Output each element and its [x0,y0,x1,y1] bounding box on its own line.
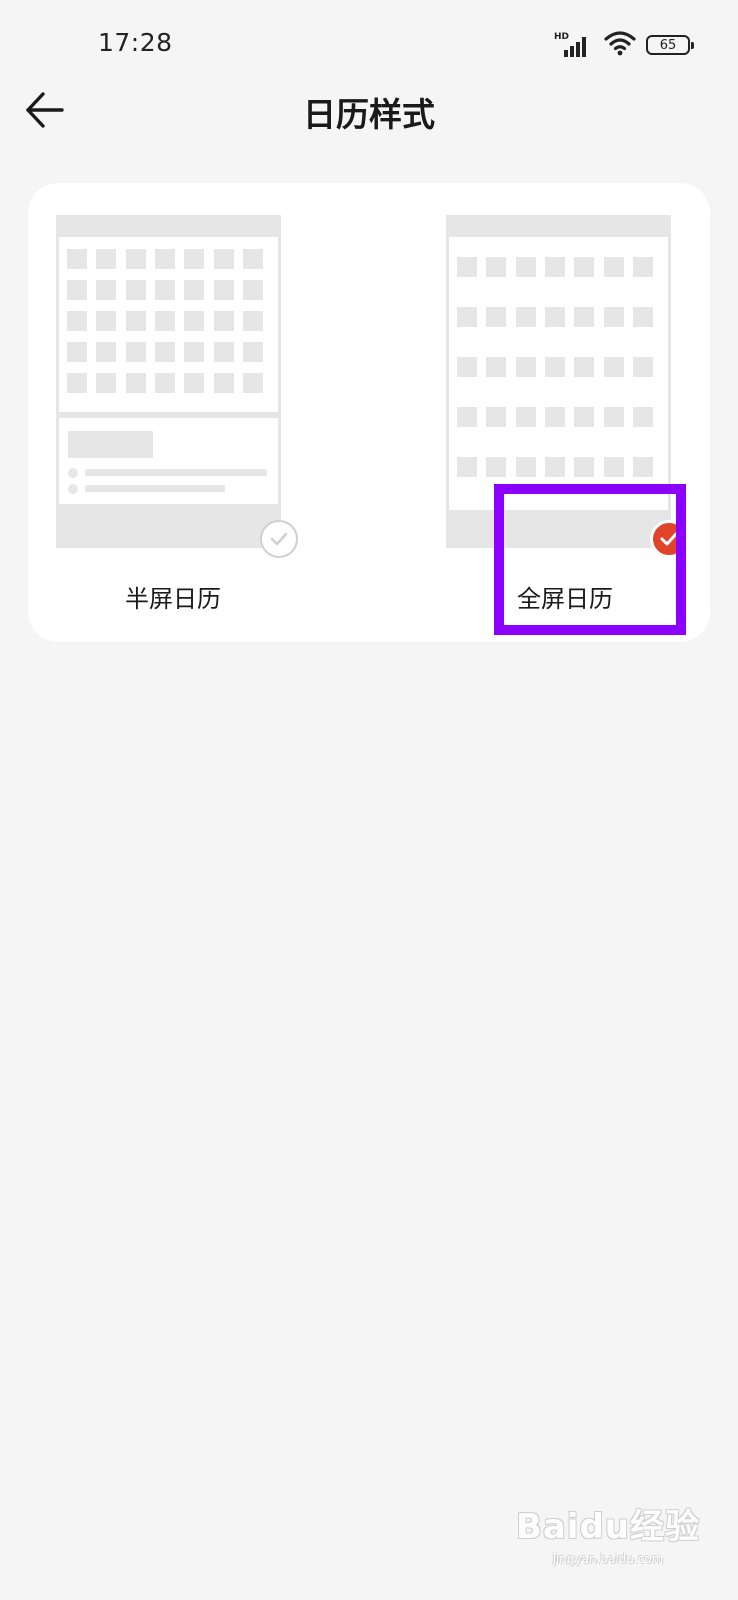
preview-grid-cell [154,249,175,269]
preview-grid-cell [67,249,87,269]
preview-grid-cell [213,342,234,362]
preview-grid-cell [96,373,117,393]
preview-grid-cell [242,249,263,269]
check-circle-outline-icon [270,532,288,546]
status-bar: 17:28 HD 65 [0,0,738,80]
preview-grid-cell [67,311,87,331]
preview-grid-cell [457,257,477,277]
preview-grid-cell [96,311,117,331]
preview-grid-cell [574,357,595,377]
preview-grid-cell [125,373,146,393]
half-preview-header-block [68,431,153,458]
preview-grid-cell [632,307,653,327]
page-title: 日历样式 [303,95,435,134]
preview-grid-cell [486,457,507,477]
wifi-icon [604,30,636,60]
preview-grid-cell [67,280,87,300]
preview-grid-cell [603,357,624,377]
preview-grid-cell [574,407,595,427]
preview-grid-cell [154,342,175,362]
preview-grid-cell [96,249,117,269]
preview-grid-cell [184,249,205,269]
preview-grid-cell [486,307,507,327]
preview-grid-cell [242,342,263,362]
preview-grid-cell [515,357,536,377]
preview-grid-cell [96,280,117,300]
preview-grid-cell [486,357,507,377]
annotation-highlight-box [494,484,686,635]
preview-grid-cell [632,357,653,377]
battery-icon: 65 [646,35,694,55]
watermark-url: jingyan.baidu.com [552,1552,664,1566]
half-screen-calendar-label[interactable]: 半屏日历 [125,579,221,614]
preview-grid-cell [242,373,263,393]
half-preview-dot [68,468,78,478]
preview-grid-cell [125,249,146,269]
preview-grid-cell [457,307,477,327]
network-type-label: HD [554,32,570,42]
preview-grid-cell [213,249,234,269]
half-screen-check[interactable] [260,520,298,558]
preview-grid-cell [574,257,595,277]
preview-grid-cell [125,280,146,300]
preview-grid-cell [154,311,175,331]
preview-grid-cell [154,280,175,300]
preview-grid-cell [67,373,87,393]
status-icons: HD 65 [554,30,694,60]
preview-grid-cell [603,407,624,427]
preview-grid-cell [184,280,205,300]
full-preview-grid [449,237,668,510]
preview-grid-cell [544,257,565,277]
preview-grid-cell [603,257,624,277]
preview-grid-cell [184,342,205,362]
half-screen-calendar-preview[interactable] [56,215,281,548]
preview-grid-cell [486,407,507,427]
preview-grid-cell [96,342,117,362]
watermark-brand: Baidu经验 [515,1507,700,1547]
preview-grid-cell [242,280,263,300]
preview-grid-cell [457,407,477,427]
preview-grid-cell [544,407,565,427]
preview-grid-cell [515,457,536,477]
preview-grid-cell [154,373,175,393]
half-preview-list [59,418,278,504]
preview-grid-cell [544,357,565,377]
preview-grid-cell [574,307,595,327]
preview-grid-cell [515,307,536,327]
baidu-watermark: Baidu经验 jingyan.baidu.com [516,1499,700,1566]
preview-grid-cell [632,407,653,427]
preview-grid-cell [486,257,507,277]
preview-grid-cell [125,311,146,331]
preview-grid-cell [242,311,263,331]
preview-grid-cell [67,342,87,362]
preview-grid-cell [457,357,477,377]
preview-grid-cell [213,311,234,331]
cellular-signal-icon: HD [554,32,594,58]
preview-grid-cell [544,457,565,477]
preview-grid-cell [632,257,653,277]
preview-grid-cell [213,373,234,393]
half-preview-grid [59,237,278,412]
preview-grid-cell [544,307,565,327]
half-preview-dot [68,484,78,494]
preview-grid-cell [603,307,624,327]
half-preview-line [85,469,267,476]
preview-grid-cell [213,280,234,300]
preview-grid-cell [457,457,477,477]
preview-grid-cell [632,457,653,477]
preview-grid-cell [184,373,205,393]
preview-grid-cell [515,257,536,277]
preview-grid-cell [125,342,146,362]
preview-grid-cell [184,311,205,331]
preview-grid-cell [574,457,595,477]
status-time: 17:28 [98,28,173,57]
preview-grid-cell [515,407,536,427]
half-preview-line [85,485,225,492]
preview-grid-cell [603,457,624,477]
